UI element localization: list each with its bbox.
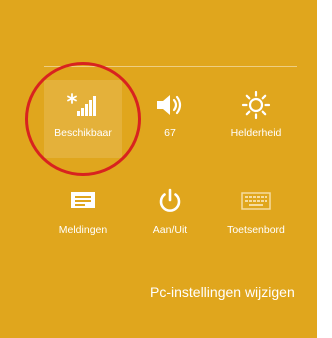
power-button[interactable]: Aan/Uit [131, 180, 209, 258]
notifications-label: Meldingen [58, 224, 108, 236]
volume-label: 67 [164, 127, 176, 139]
network-signal-available-icon [44, 90, 122, 120]
change-pc-settings-link[interactable]: Pc-instellingen wijzigen [150, 284, 295, 300]
brightness-label: Helderheid [230, 127, 282, 139]
power-icon [131, 186, 209, 216]
keyboard-label: Toetsenbord [227, 224, 285, 236]
volume-button[interactable]: 67 [131, 80, 209, 158]
keyboard-button[interactable]: Toetsenbord [217, 180, 295, 258]
power-label: Aan/Uit [152, 224, 188, 236]
divider [44, 66, 297, 67]
brightness-button[interactable]: Helderheid [217, 80, 295, 158]
speaker-icon [131, 90, 209, 120]
notifications-button[interactable]: Meldingen [44, 180, 122, 258]
brightness-sun-icon [217, 90, 295, 120]
notifications-icon [44, 186, 122, 216]
keyboard-icon [217, 186, 295, 216]
settings-charm-panel: Beschikbaar 67 Helderheid Meldingen Aan/… [0, 0, 317, 338]
network-label: Beschikbaar [54, 127, 112, 139]
network-button[interactable]: Beschikbaar [44, 80, 122, 158]
